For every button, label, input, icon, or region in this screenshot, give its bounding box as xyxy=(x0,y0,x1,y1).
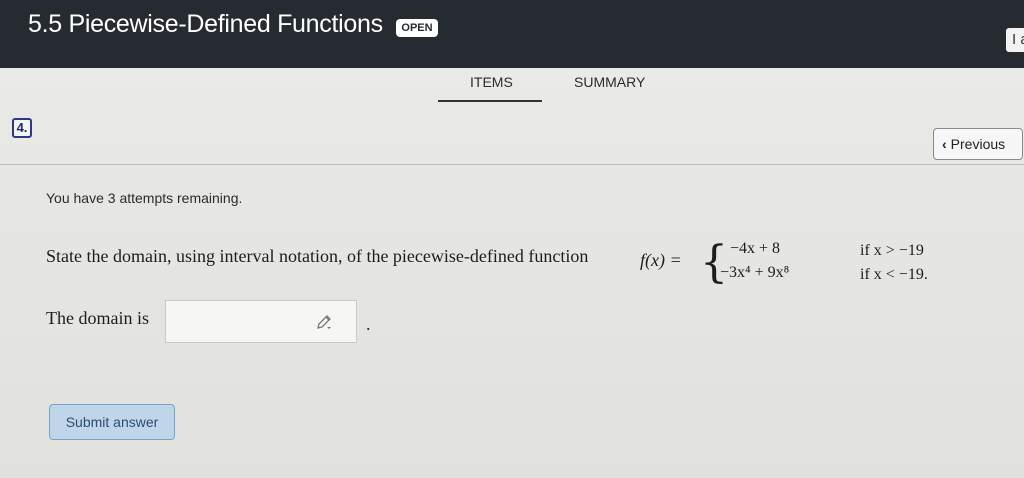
page-title: 5.5 Piecewise-Defined Functions xyxy=(28,10,383,38)
status-badge: OPEN xyxy=(396,19,438,37)
tab-items[interactable]: ITEMS xyxy=(470,74,513,90)
chevron-left-icon: ‹ xyxy=(942,136,947,152)
attempts-remaining: You have 3 attempts remaining. xyxy=(46,190,243,206)
trailing-period: . xyxy=(366,314,371,334)
piece-2-expression: −3x⁴ + 9x⁸ xyxy=(720,264,790,281)
pencil-icon[interactable] xyxy=(316,314,332,330)
active-tab-indicator xyxy=(438,100,542,102)
question-number[interactable]: 4. xyxy=(12,118,32,138)
header-right-button[interactable]: I a xyxy=(1006,28,1024,52)
piece-1-expression: −4x + 8 xyxy=(730,240,781,257)
previous-label: Previous xyxy=(950,136,1006,152)
function-name: f(x) = xyxy=(640,250,682,270)
top-bar: 5.5 Piecewise-Defined Functions OPEN I a xyxy=(0,0,1024,68)
question-prompt: State the domain, using interval notatio… xyxy=(46,246,589,266)
piece-2-condition: if x < −19. xyxy=(860,266,928,283)
domain-label: The domain is xyxy=(46,308,149,328)
submit-answer-button[interactable]: Submit answer xyxy=(49,404,175,440)
divider xyxy=(0,164,1024,165)
piece-1-condition: if x > −19 xyxy=(860,242,924,259)
tab-summary[interactable]: SUMMARY xyxy=(574,74,645,90)
previous-button[interactable]: ‹ Previous xyxy=(933,128,1023,160)
